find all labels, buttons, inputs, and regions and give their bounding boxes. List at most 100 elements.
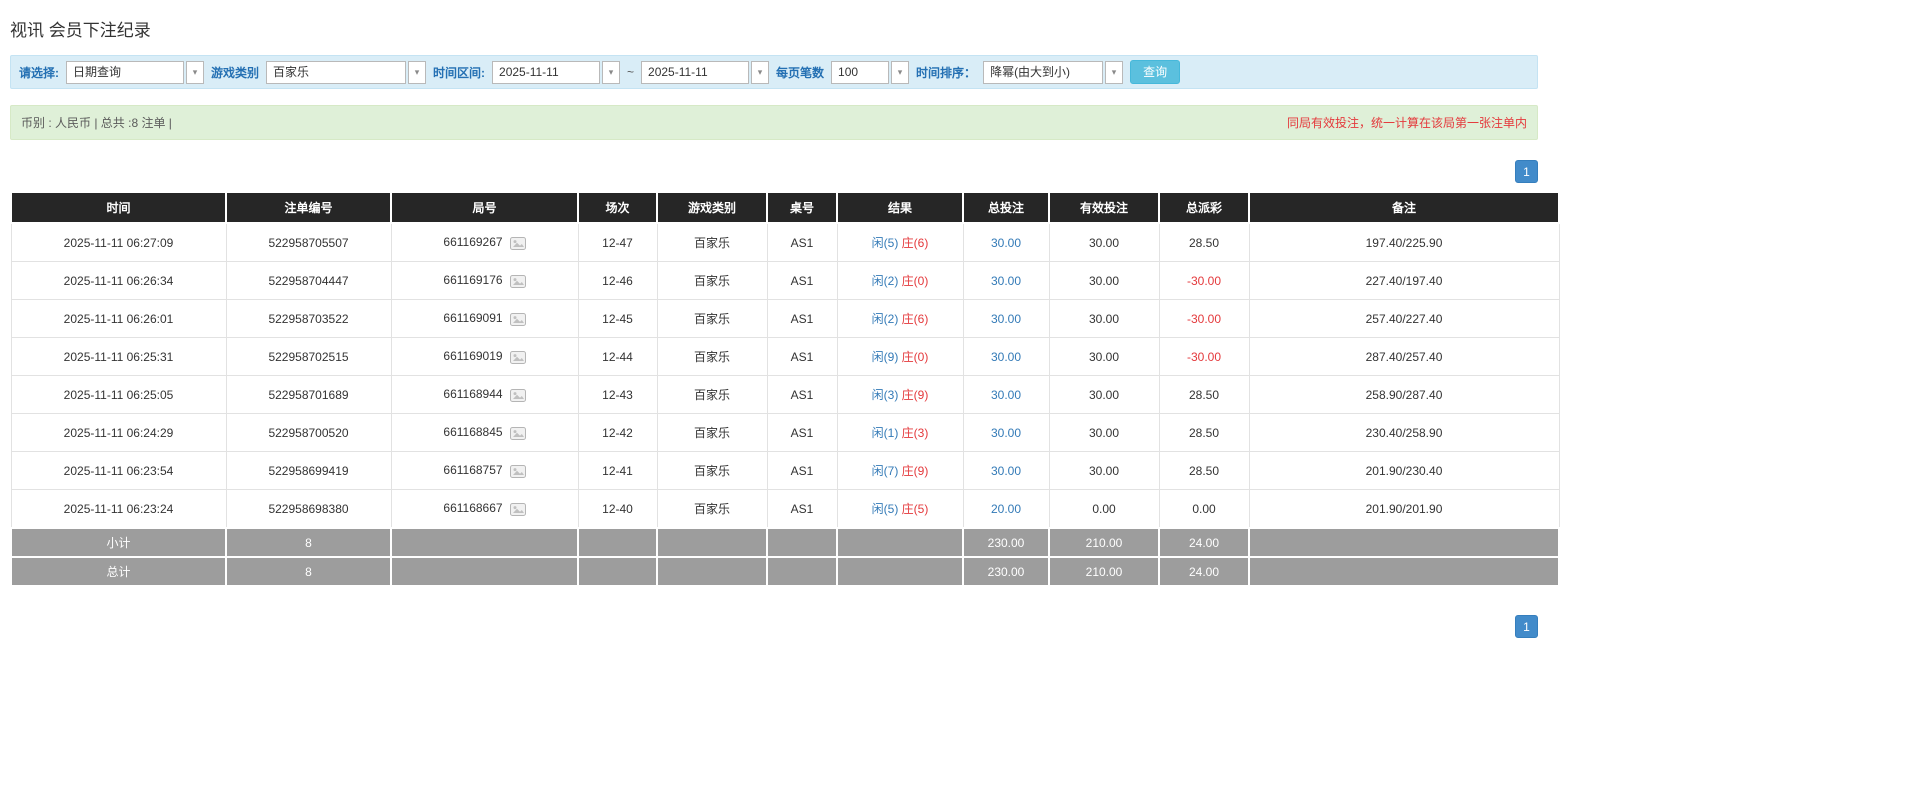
round-cell: 661168944	[391, 376, 578, 414]
total-bet-link[interactable]: 30.00	[991, 350, 1021, 364]
game-type-cell: 百家乐	[657, 376, 767, 414]
search-button[interactable]: 查询	[1130, 60, 1180, 84]
summary-cell	[767, 557, 837, 586]
table-row: 2025-11-11 06:23:54 522958699419 6611687…	[11, 452, 1559, 490]
chevron-down-icon[interactable]: ▾	[408, 61, 426, 84]
column-header: 结果	[837, 192, 963, 223]
page-button-1[interactable]: 1	[1515, 160, 1538, 183]
table-no-cell: AS1	[767, 376, 837, 414]
total-bet-link[interactable]: 30.00	[991, 388, 1021, 402]
round-cell: 661169267	[391, 223, 578, 262]
summary-cell: 24.00	[1159, 557, 1249, 586]
result-player: 闲(9)	[872, 350, 899, 364]
summary-cell: 210.00	[1049, 528, 1159, 557]
time-cell: 2025-11-11 06:27:09	[11, 223, 226, 262]
video-replay-icon[interactable]	[510, 275, 526, 288]
column-header: 场次	[578, 192, 657, 223]
result-player: 闲(3)	[872, 388, 899, 402]
chevron-down-icon[interactable]: ▾	[186, 61, 204, 84]
info-bar: 币别 : 人民币 | 总共 :8 注单 | 同局有效投注，统一计算在该局第一张注…	[10, 105, 1538, 140]
chevron-down-icon[interactable]: ▾	[751, 61, 769, 84]
video-replay-icon[interactable]	[510, 389, 526, 402]
note-cell: 230.40/258.90	[1249, 414, 1559, 452]
result-banker: 庄(5)	[902, 502, 929, 516]
payout-cell: -30.00	[1159, 338, 1249, 376]
chevron-down-icon[interactable]: ▾	[891, 61, 909, 84]
page-button-1[interactable]: 1	[1515, 615, 1538, 638]
video-replay-icon[interactable]	[510, 237, 526, 250]
payout-cell: 28.50	[1159, 376, 1249, 414]
note-cell: 201.90/230.40	[1249, 452, 1559, 490]
sort-order-select[interactable]: 降幂(由大到小) ▾	[983, 61, 1123, 84]
total-bet-link[interactable]: 20.00	[991, 502, 1021, 516]
page-size-select[interactable]: 100 ▾	[831, 61, 909, 84]
column-header: 总投注	[963, 192, 1049, 223]
currency-summary-text: 币别 : 人民币 | 总共 :8 注单 |	[21, 114, 172, 131]
game-type-select[interactable]: 百家乐 ▾	[266, 61, 426, 84]
result-cell: 闲(7) 庄(9)	[837, 452, 963, 490]
column-header: 游戏类别	[657, 192, 767, 223]
summary-cell	[657, 557, 767, 586]
result-banker: 庄(6)	[902, 236, 929, 250]
summary-cell	[578, 528, 657, 557]
video-replay-icon[interactable]	[510, 427, 526, 440]
video-replay-icon[interactable]	[510, 503, 526, 516]
table-row: 2025-11-11 06:25:31 522958702515 6611690…	[11, 338, 1559, 376]
result-player: 闲(7)	[872, 464, 899, 478]
session-cell: 12-46	[578, 262, 657, 300]
time-cell: 2025-11-11 06:25:05	[11, 376, 226, 414]
result-cell: 闲(2) 庄(6)	[837, 300, 963, 338]
round-cell: 661169091	[391, 300, 578, 338]
result-player: 闲(2)	[872, 274, 899, 288]
game-type-cell: 百家乐	[657, 338, 767, 376]
video-replay-icon[interactable]	[510, 313, 526, 326]
valid-bet-cell: 30.00	[1049, 338, 1159, 376]
result-cell: 闲(1) 庄(3)	[837, 414, 963, 452]
bet-id-cell: 522958704447	[226, 262, 391, 300]
video-replay-icon[interactable]	[510, 465, 526, 478]
session-cell: 12-47	[578, 223, 657, 262]
video-replay-icon[interactable]	[510, 351, 526, 364]
payout-cell: -30.00	[1159, 300, 1249, 338]
summary-cell: 24.00	[1159, 528, 1249, 557]
game-type-cell: 百家乐	[657, 262, 767, 300]
bet-id-cell: 522958705507	[226, 223, 391, 262]
summary-cell	[837, 528, 963, 557]
total-bet-cell: 30.00	[963, 223, 1049, 262]
round-id: 661169091	[443, 311, 502, 325]
note-cell: 258.90/287.40	[1249, 376, 1559, 414]
date-from-value: 2025-11-11	[492, 61, 600, 84]
column-header: 注单编号	[226, 192, 391, 223]
round-id: 661169176	[443, 273, 502, 287]
result-player: 闲(5)	[872, 236, 899, 250]
bet-id-cell: 522958703522	[226, 300, 391, 338]
result-cell: 闲(5) 庄(6)	[837, 223, 963, 262]
result-cell: 闲(2) 庄(0)	[837, 262, 963, 300]
total-row: 总计8230.00210.0024.00	[11, 557, 1559, 586]
total-bet-link[interactable]: 30.00	[991, 426, 1021, 440]
column-header: 备注	[1249, 192, 1559, 223]
result-banker: 庄(9)	[902, 464, 929, 478]
query-type-select[interactable]: 日期查询 ▾	[66, 61, 204, 84]
chevron-down-icon[interactable]: ▾	[602, 61, 620, 84]
bet-id-cell: 522958702515	[226, 338, 391, 376]
total-bet-link[interactable]: 30.00	[991, 274, 1021, 288]
column-header: 有效投注	[1049, 192, 1159, 223]
table-row: 2025-11-11 06:24:29 522958700520 6611688…	[11, 414, 1559, 452]
round-id: 661168944	[443, 387, 502, 401]
page: 视讯 会员下注纪录 请选择: 日期查询 ▾ 游戏类别 百家乐 ▾ 时间区间: 2…	[0, 0, 1548, 668]
summary-cell	[578, 557, 657, 586]
pagination-top: 1	[10, 160, 1538, 183]
payout-cell: 28.50	[1159, 223, 1249, 262]
chevron-down-icon[interactable]: ▾	[1105, 61, 1123, 84]
payout-cell: 28.50	[1159, 452, 1249, 490]
valid-bet-cell: 30.00	[1049, 414, 1159, 452]
total-bet-link[interactable]: 30.00	[991, 464, 1021, 478]
total-bet-link[interactable]: 30.00	[991, 236, 1021, 250]
total-bet-link[interactable]: 30.00	[991, 312, 1021, 326]
column-header: 总派彩	[1159, 192, 1249, 223]
date-from-select[interactable]: 2025-11-11 ▾	[492, 61, 620, 84]
total-bet-cell: 30.00	[963, 414, 1049, 452]
date-to-select[interactable]: 2025-11-11 ▾	[641, 61, 769, 84]
game-type-label: 游戏类别	[211, 64, 259, 81]
